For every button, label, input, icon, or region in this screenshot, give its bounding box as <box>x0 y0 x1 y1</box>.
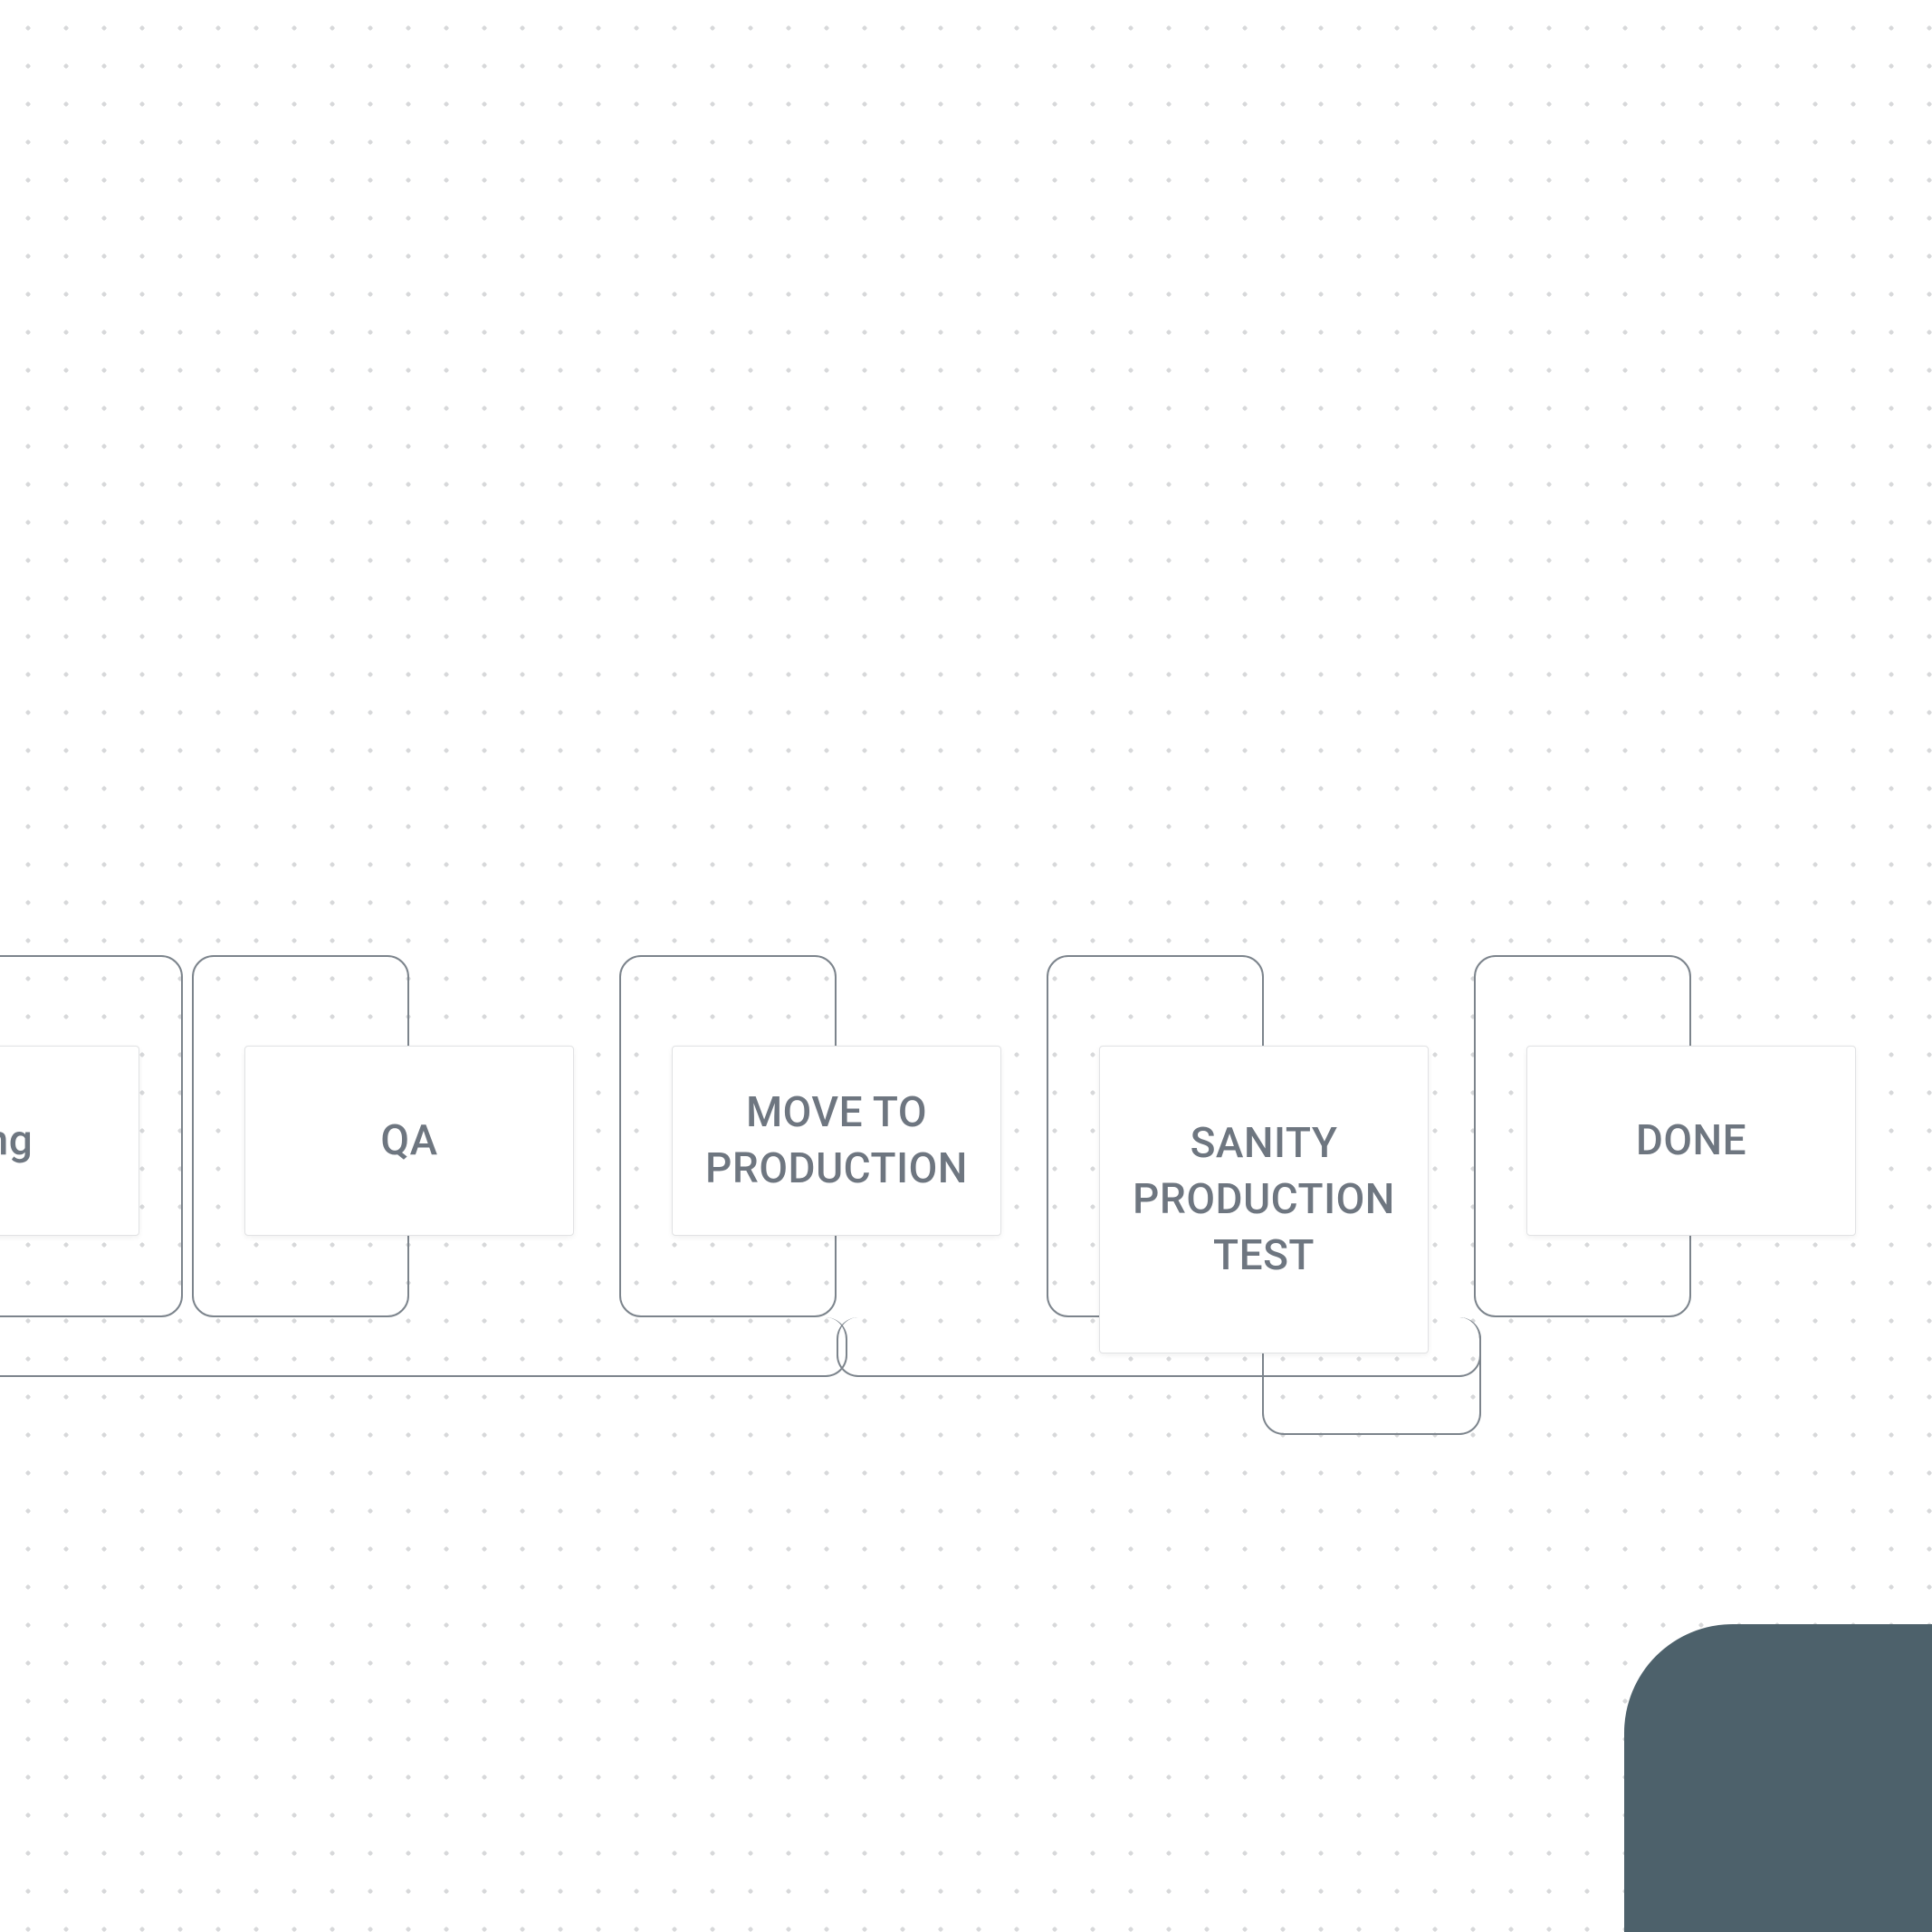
stage-card-sanity[interactable]: SANITY PRODUCTION TEST <box>1099 1046 1429 1353</box>
stage-label: MOVE TO PRODUCTION <box>694 1085 979 1197</box>
stage-card-qa[interactable]: QA <box>244 1046 574 1236</box>
stage-label: DONE <box>1636 1113 1746 1169</box>
workflow-canvas[interactable]: ge ing QA MOVE TO PRODUCTION SANITY PROD… <box>0 0 1932 1932</box>
stage-label: SANITY PRODUCTION TEST <box>1122 1115 1406 1284</box>
stage-card-move-prod[interactable]: MOVE TO PRODUCTION <box>672 1046 1001 1236</box>
workflow-connector-lower-left <box>0 1317 847 1377</box>
stage-label: QA <box>380 1113 437 1169</box>
stage-card-done[interactable]: DONE <box>1526 1046 1856 1236</box>
stage-card-partial[interactable]: ge ing <box>0 1046 139 1236</box>
stage-label: ge ing <box>0 1113 33 1169</box>
corner-decoration <box>1624 1624 1932 1932</box>
